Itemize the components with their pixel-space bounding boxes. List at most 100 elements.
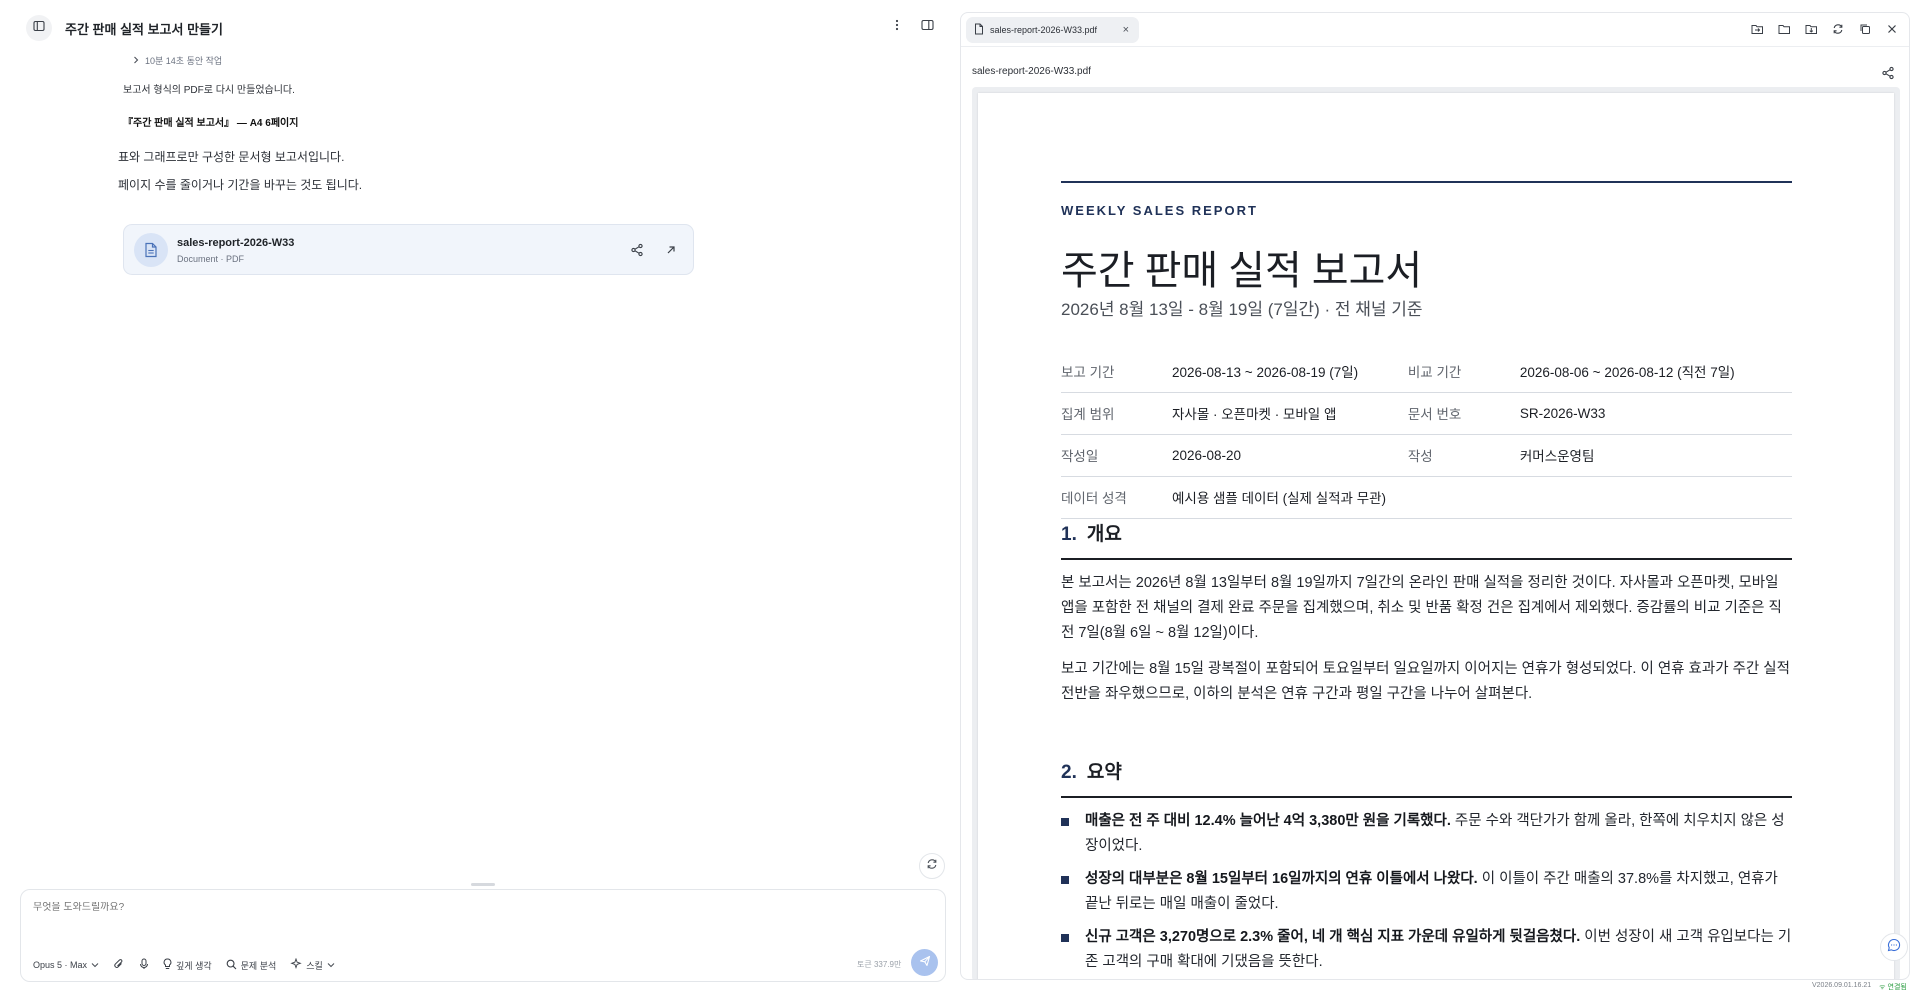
list-item: 매출은 전 주 대비 12.4% 늘어난 4억 3,380만 원을 기록했다. … [1061, 809, 1792, 859]
reload-icon[interactable] [1831, 22, 1845, 36]
folder-icon[interactable] [1777, 22, 1791, 36]
table-row: 작성일 2026-08-20 작성 커머스운영팀 [1061, 434, 1792, 477]
table-row: 데이터 성격 예시용 샘플 데이터 (실제 실적과 무관) [1061, 476, 1792, 519]
assistant-message-line: 페이지 수를 줄이거나 기간을 바꾸는 것도 됩니다. [118, 178, 363, 192]
pdf-page: WEEKLY SALES REPORT 주간 판매 실적 보고서 2026년 8… [978, 93, 1894, 979]
connection-status: ᯤ 연결됨 [1879, 982, 1907, 992]
file-name: sales-report-2026-W33 [177, 237, 295, 249]
viewer-tab-bar: sales-report-2026-W33.pdf × [961, 13, 1909, 47]
meta-value: 예시용 샘플 데이터 (실제 실적과 무관) [1172, 476, 1792, 519]
sidebar-toggle-button[interactable] [26, 15, 52, 41]
share-icon[interactable] [630, 243, 644, 257]
toggle-artifact-panel-button[interactable] [918, 17, 936, 37]
chat-pane: 주간 판매 실적 보고서 만들기 10분 14초 동안 작업 보고서 형식의 P… [0, 0, 960, 994]
meta-value: 커머스운영팀 [1519, 434, 1792, 477]
pdf-viewer[interactable]: WEEKLY SALES REPORT 주간 판매 실적 보고서 2026년 8… [972, 87, 1900, 979]
work-duration-toggle[interactable]: 10분 14초 동안 작업 [133, 54, 222, 67]
assistant-message-line: 보고서 형식의 PDF로 다시 만들었습니다. [123, 85, 295, 96]
meta-value: 2026-08-13 ~ 2026-08-19 (7일) [1172, 350, 1408, 393]
assistant-message-line: 표와 그래프로만 구성한 문서형 보고서입니다. [118, 150, 345, 164]
file-tab[interactable]: sales-report-2026-W33.pdf × [966, 17, 1139, 43]
paperclip-icon[interactable] [113, 958, 125, 972]
kebab-icon [895, 18, 899, 36]
viewer-actions [1750, 22, 1899, 36]
meta-key: 데이터 성격 [1061, 476, 1172, 519]
sidebar-icon [33, 19, 45, 37]
close-tab-icon[interactable]: × [1123, 24, 1129, 36]
file-type: Document · PDF [177, 254, 245, 264]
chevron-down-icon [327, 960, 335, 970]
refresh-icon [926, 857, 938, 875]
close-icon[interactable] [1885, 22, 1899, 36]
search-icon [226, 959, 237, 972]
chevron-down-icon [91, 960, 99, 970]
meta-key: 작성 [1407, 434, 1520, 477]
section-title: 요약 [1086, 762, 1122, 783]
file-tab-label: sales-report-2026-W33.pdf [990, 25, 1098, 35]
app-version: V2026.09.01.16.21 [1812, 982, 1872, 989]
model-label: Opus 5 · Max [33, 960, 88, 970]
wifi-icon: ᯤ [1879, 984, 1886, 991]
skills-menu[interactable]: 스킬 [290, 957, 335, 972]
chevron-right-icon [133, 56, 139, 66]
meta-key: 집계 범위 [1061, 392, 1172, 435]
file-attachment-card[interactable]: sales-report-2026-W33 Document · PDF [123, 224, 694, 275]
title-rule [1061, 181, 1792, 183]
section-number: 1. [1061, 524, 1077, 545]
refresh-button[interactable] [919, 853, 945, 879]
microphone-icon[interactable] [139, 958, 149, 972]
sparkle-icon [290, 957, 302, 972]
meta-key: 보고 기간 [1061, 350, 1172, 393]
lightbulb-icon [163, 958, 172, 972]
resize-handle[interactable] [471, 883, 495, 886]
send-icon [919, 954, 931, 972]
overview-paragraph: 본 보고서는 2026년 8월 13일부터 8월 19일까지 7일간의 온라인 … [1061, 575, 1782, 641]
meta-value: 2026-08-20 [1172, 434, 1408, 477]
skills-label: 스킬 [306, 960, 323, 971]
report-title: 주간 판매 실적 보고서 [1061, 248, 1423, 293]
open-external-icon[interactable] [664, 243, 678, 257]
section-title: 개요 [1086, 524, 1122, 545]
problem-analysis-label: 문제 분석 [240, 960, 277, 971]
meta-key: 비교 기간 [1407, 350, 1520, 393]
message-composer: Opus 5 · Max 깊게 생각 문제 분석 스킬 토큰 337.9만 [20, 889, 946, 982]
summary-highlight: 신규 고객은 3,270명으로 2.3% 줄어, 네 개 핵심 지표 가운데 유… [1085, 929, 1581, 945]
meta-value: 2026-08-06 ~ 2026-08-12 (직전 7일) [1519, 350, 1792, 393]
summary-highlight: 매출은 전 주 대비 12.4% 늘어난 4억 3,380만 원을 기록했다. [1085, 813, 1451, 829]
status-footer: V2026.09.01.16.21 ᯤ 연결됨 [1812, 982, 1907, 992]
chat-bubble-icon [1887, 938, 1901, 957]
table-row: 보고 기간 2026-08-13 ~ 2026-08-19 (7일) 비교 기간… [1061, 350, 1792, 393]
model-selector[interactable]: Opus 5 · Max [33, 960, 99, 970]
list-item: 성장의 대부분은 8월 15일부터 16일까지의 연휴 이틀에서 나왔다. 이 … [1061, 867, 1792, 917]
list-item: 신규 고객은 3,270명으로 2.3% 줄어, 네 개 핵심 지표 가운데 유… [1061, 925, 1792, 975]
send-button[interactable] [911, 949, 938, 976]
section-heading: 2. 요약 [1061, 757, 1792, 798]
report-meta-table: 보고 기간 2026-08-13 ~ 2026-08-19 (7일) 비교 기간… [1061, 350, 1792, 519]
meta-value: SR-2026-W33 [1519, 392, 1792, 435]
assistant-message-heading: 『주간 판매 실적 보고서』 — A4 6페이지 [123, 118, 299, 129]
chat-bubble-button[interactable] [1880, 933, 1908, 961]
message-input[interactable] [33, 902, 833, 913]
meta-value: 자사몰 · 오픈마켓 · 모바일 앱 [1172, 392, 1408, 435]
work-duration-label: 10분 14초 동안 작업 [145, 56, 223, 66]
section-number: 2. [1061, 762, 1077, 783]
artifact-viewer-pane: sales-report-2026-W33.pdf × sales-report… [960, 12, 1910, 980]
export-icon[interactable] [1750, 22, 1764, 36]
problem-analysis-toggle[interactable]: 문제 분석 [226, 959, 277, 972]
meta-key: 문서 번호 [1407, 392, 1520, 435]
download-icon[interactable] [1804, 22, 1818, 36]
report-kicker: WEEKLY SALES REPORT [1061, 203, 1258, 218]
more-options-button[interactable] [890, 17, 904, 37]
chat-header: 주간 판매 실적 보고서 만들기 [0, 0, 960, 54]
deep-think-toggle[interactable]: 깊게 생각 [163, 958, 212, 972]
connection-label: 연결됨 [1887, 984, 1907, 991]
summary-list: 매출은 전 주 대비 12.4% 늘어난 4억 3,380만 원을 기록했다. … [1061, 809, 1792, 979]
conversation-title: 주간 판매 실적 보고서 만들기 [65, 22, 223, 37]
summary-highlight: 성장의 대부분은 8월 15일부터 16일까지의 연휴 이틀에서 나왔다. [1085, 871, 1478, 887]
deep-think-label: 깊게 생각 [176, 960, 212, 971]
share-icon[interactable] [1881, 66, 1895, 80]
panel-icon [920, 18, 934, 36]
copy-icon[interactable] [1858, 22, 1872, 36]
composer-toolbar: Opus 5 · Max 깊게 생각 문제 분석 스킬 [33, 956, 335, 974]
section-heading: 1. 개요 [1061, 519, 1792, 560]
